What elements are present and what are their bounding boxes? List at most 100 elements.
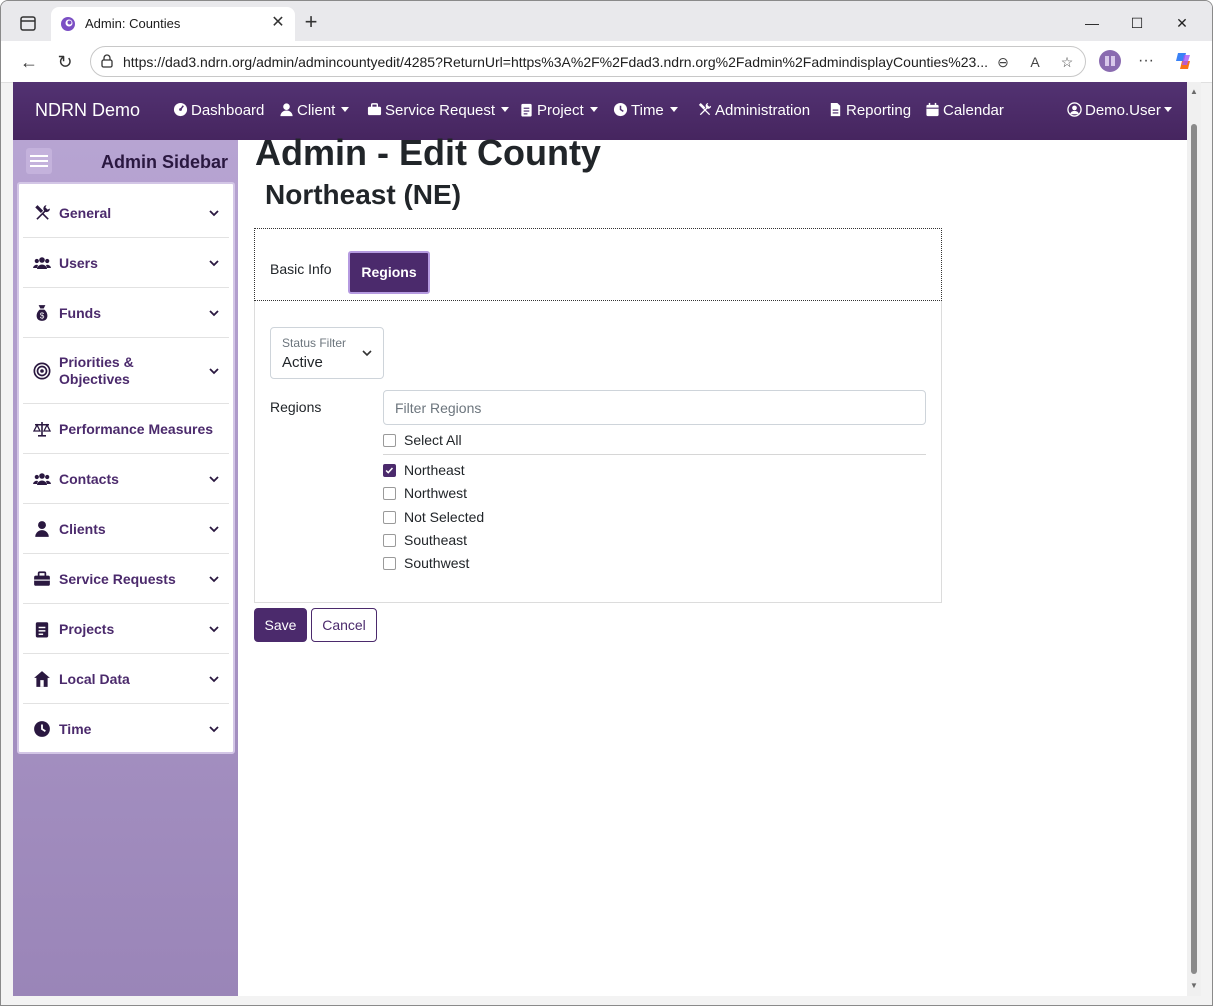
sidebar-item-clients[interactable]: Clients xyxy=(23,504,229,554)
close-tab-icon[interactable]: ✕ xyxy=(269,14,287,32)
hamburger-menu-icon[interactable] xyxy=(26,148,52,174)
chevron-down-icon xyxy=(501,107,510,112)
chevron-down-icon xyxy=(209,576,219,583)
cancel-button[interactable]: Cancel xyxy=(311,608,377,642)
chevron-down-icon xyxy=(209,726,219,733)
user-menu-label: Demo.User xyxy=(1085,102,1161,119)
reload-icon[interactable]: ↻ xyxy=(54,51,76,73)
sidebar-item-contacts[interactable]: Contacts xyxy=(23,454,229,504)
lock-icon[interactable] xyxy=(99,53,115,69)
nav-dashboard[interactable]: Dashboard xyxy=(173,102,264,119)
file-icon xyxy=(830,102,841,117)
sidebar-item-service-requests[interactable]: Service Requests xyxy=(23,554,229,604)
tab-basic-info[interactable]: Basic Info xyxy=(270,261,331,277)
region-label: Not Selected xyxy=(404,509,485,525)
zoom-icon[interactable]: ⊖ xyxy=(993,52,1013,72)
nav-reporting-label: Reporting xyxy=(846,102,912,119)
money-bag-icon: $ xyxy=(36,305,48,321)
briefcase-icon xyxy=(367,103,382,116)
sidebar-item-label: Projects xyxy=(59,621,115,637)
checkmark-icon xyxy=(385,467,394,474)
nav-time-label: Time xyxy=(631,102,664,119)
sidebar-item-time[interactable]: Time xyxy=(23,704,229,754)
sidebar-title: Admin Sidebar xyxy=(100,152,228,172)
page-viewport: NDRN Demo Dashboard Client Service Reque… xyxy=(13,82,1187,996)
sidebar-item-label: General xyxy=(59,205,112,221)
page-title: Admin - Edit County xyxy=(255,132,601,173)
chevron-down-icon xyxy=(669,107,678,112)
brand-link[interactable]: NDRN Demo xyxy=(35,100,140,121)
region-checkbox[interactable] xyxy=(383,487,396,500)
sidebar-item-label: Time xyxy=(59,721,92,737)
favorite-star-icon[interactable]: ☆ xyxy=(1057,52,1077,72)
user-menu[interactable]: Demo.User xyxy=(1067,102,1172,119)
scroll-down-icon[interactable]: ▼ xyxy=(1190,982,1198,990)
sidebar-item-projects[interactable]: Projects xyxy=(23,604,229,654)
region-checkbox[interactable] xyxy=(383,534,396,547)
sidebar-item-general[interactable]: General xyxy=(23,188,229,238)
sidebar-item-users[interactable]: Users xyxy=(23,238,229,288)
status-filter-select[interactable]: Status Filter Active xyxy=(270,327,384,379)
region-label: Southwest xyxy=(404,555,470,571)
save-button[interactable]: Save xyxy=(254,608,307,642)
nav-time[interactable]: Time xyxy=(613,102,678,119)
select-all-checkbox[interactable] xyxy=(383,434,396,447)
nav-project[interactable]: Project xyxy=(519,102,598,119)
site-favicon-icon xyxy=(61,17,75,31)
profile-avatar-icon[interactable] xyxy=(1098,49,1122,73)
sidebar-item-label: Service Requests xyxy=(59,571,176,587)
sidebar-item-local-data[interactable]: Local Data xyxy=(23,654,229,704)
briefcase-icon xyxy=(34,571,50,586)
sidebar-item-label: Clients xyxy=(59,521,106,537)
user-circle-icon xyxy=(1067,102,1082,117)
maximize-icon[interactable]: ☐ xyxy=(1125,11,1149,35)
tools-icon xyxy=(698,102,712,116)
nav-client[interactable]: Client xyxy=(279,102,350,119)
sidebar-item-funds[interactable]: $ Funds xyxy=(23,288,229,338)
browser-window: Admin: Counties ✕ + — ☐ ✕ ← ↻ https://da… xyxy=(0,0,1213,1006)
chevron-down-icon xyxy=(341,107,350,112)
scroll-up-icon[interactable]: ▲ xyxy=(1190,88,1198,96)
read-aloud-icon[interactable]: A xyxy=(1025,52,1045,72)
regions-panel: Status Filter Active Regions Select All … xyxy=(254,301,942,603)
copilot-icon[interactable] xyxy=(1172,49,1196,73)
home-icon xyxy=(34,671,50,687)
chevron-down-icon xyxy=(209,260,219,267)
filter-regions-input[interactable] xyxy=(383,390,926,425)
clipboard-icon xyxy=(35,622,49,638)
clipboard-icon xyxy=(521,103,532,117)
region-label: Southeast xyxy=(404,532,468,548)
tab-regions[interactable]: Regions xyxy=(348,251,430,294)
scroll-thumb[interactable] xyxy=(1191,124,1197,974)
chevron-down-icon xyxy=(209,210,219,217)
page-scrollbar[interactable]: ▲ ▼ xyxy=(1187,82,1201,996)
sidebar-item-priorities-objectives[interactable]: Priorities & Objectives xyxy=(23,338,229,404)
region-checkbox[interactable] xyxy=(383,464,396,477)
tab-actions-icon[interactable] xyxy=(15,12,41,36)
sidebar-item-label: Users xyxy=(59,255,98,271)
user-icon xyxy=(35,521,49,537)
back-icon[interactable]: ← xyxy=(18,51,40,73)
sidebar-item-performance-measures[interactable]: Performance Measures xyxy=(23,404,229,454)
nav-calendar[interactable]: Calendar xyxy=(925,102,1004,119)
region-checkbox[interactable] xyxy=(383,557,396,570)
new-tab-icon[interactable]: + xyxy=(301,11,321,33)
status-filter-label: Status Filter xyxy=(282,336,347,350)
address-bar: ← ↻ https://dad3.ndrn.org/admin/admincou… xyxy=(1,41,1212,83)
url-field[interactable]: https://dad3.ndrn.org/admin/admincountye… xyxy=(90,46,1086,77)
more-options-icon[interactable]: ··· xyxy=(1136,51,1156,71)
region-checkbox[interactable] xyxy=(383,511,396,524)
divider xyxy=(383,454,926,455)
users-icon xyxy=(33,473,51,485)
nav-reporting[interactable]: Reporting xyxy=(828,102,911,119)
admin-sidebar: Admin Sidebar General Users $ Funds Prio… xyxy=(13,140,238,996)
sidebar-menu: General Users $ Funds Priorities & Objec… xyxy=(17,182,235,754)
sidebar-item-label: Performance Measures xyxy=(59,421,214,437)
nav-service-request[interactable]: Service Request xyxy=(367,102,510,119)
svg-text:$: $ xyxy=(40,312,45,321)
close-window-icon[interactable]: ✕ xyxy=(1170,11,1194,35)
nav-administration[interactable]: Administration xyxy=(697,102,810,119)
chevron-down-icon xyxy=(209,368,219,375)
minimize-icon[interactable]: — xyxy=(1080,11,1104,35)
browser-tab[interactable]: Admin: Counties ✕ xyxy=(51,7,295,41)
